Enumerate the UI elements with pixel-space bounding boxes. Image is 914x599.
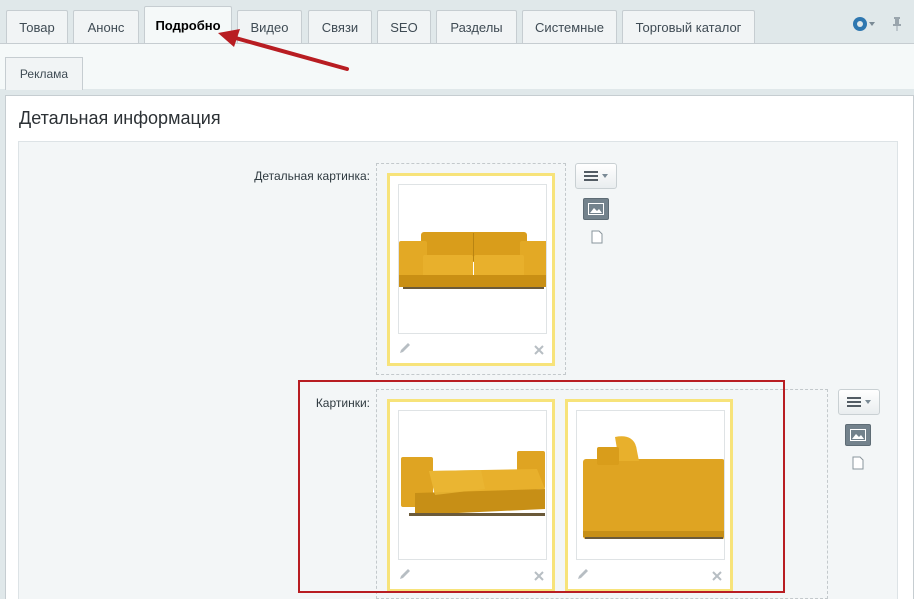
menu-lines-icon [847, 397, 861, 407]
detail-picture-menu-button[interactable] [575, 163, 617, 189]
tab-seo[interactable]: SEO [377, 10, 431, 43]
detail-picture-label: Детальная картинка: [254, 169, 370, 183]
tab-reklama[interactable]: Реклама [5, 57, 83, 90]
section-title: Детальная информация [19, 108, 221, 128]
chevron-down-icon [865, 400, 871, 404]
card-actions [568, 563, 730, 589]
pencil-icon[interactable] [398, 567, 412, 581]
menu-lines-icon [584, 171, 598, 181]
close-icon[interactable] [534, 571, 544, 581]
tab-bar: Товар Анонс Подробно Видео Связи SEO Раз… [0, 0, 914, 43]
pencil-icon[interactable] [398, 341, 412, 355]
image-icon [588, 203, 604, 215]
tab-tovar[interactable]: Товар [6, 10, 68, 43]
card-actions [390, 563, 552, 589]
pictures-label: Картинки: [315, 396, 370, 410]
tab-anons[interactable]: Анонс [73, 10, 139, 43]
pictures-menu-button[interactable] [838, 389, 880, 415]
sofa-image [399, 232, 546, 289]
settings-button[interactable] [853, 16, 877, 32]
tab-torgovyi-katalog[interactable]: Торговый каталог [622, 10, 755, 43]
image-icon [850, 429, 866, 441]
detail-picture-image [398, 184, 547, 334]
pictures-image-mode-button[interactable] [845, 424, 871, 446]
pencil-icon[interactable] [576, 567, 590, 581]
subtab-bar: Реклама [0, 43, 914, 90]
close-icon[interactable] [712, 571, 722, 581]
picture-image-2 [576, 410, 725, 560]
tab-sistemnye[interactable]: Системные [522, 10, 617, 43]
file-icon[interactable] [852, 456, 864, 470]
close-icon[interactable] [534, 345, 544, 355]
picture-card-2[interactable] [565, 399, 733, 592]
file-icon[interactable] [591, 230, 603, 244]
chevron-down-icon [602, 174, 608, 178]
gear-icon [853, 17, 867, 31]
tab-razdely[interactable]: Разделы [436, 10, 517, 43]
picture-image-1 [398, 410, 547, 560]
picture-card-1[interactable] [387, 399, 555, 592]
card-actions [390, 337, 552, 363]
annotation-arrow [218, 29, 349, 71]
chevron-down-icon [869, 22, 875, 26]
sofa-bed-image [401, 451, 545, 516]
sofa-side-image [583, 436, 724, 539]
detail-picture-card[interactable] [387, 173, 555, 366]
detail-picture-image-mode-button[interactable] [583, 198, 609, 220]
pin-icon[interactable] [892, 17, 902, 31]
